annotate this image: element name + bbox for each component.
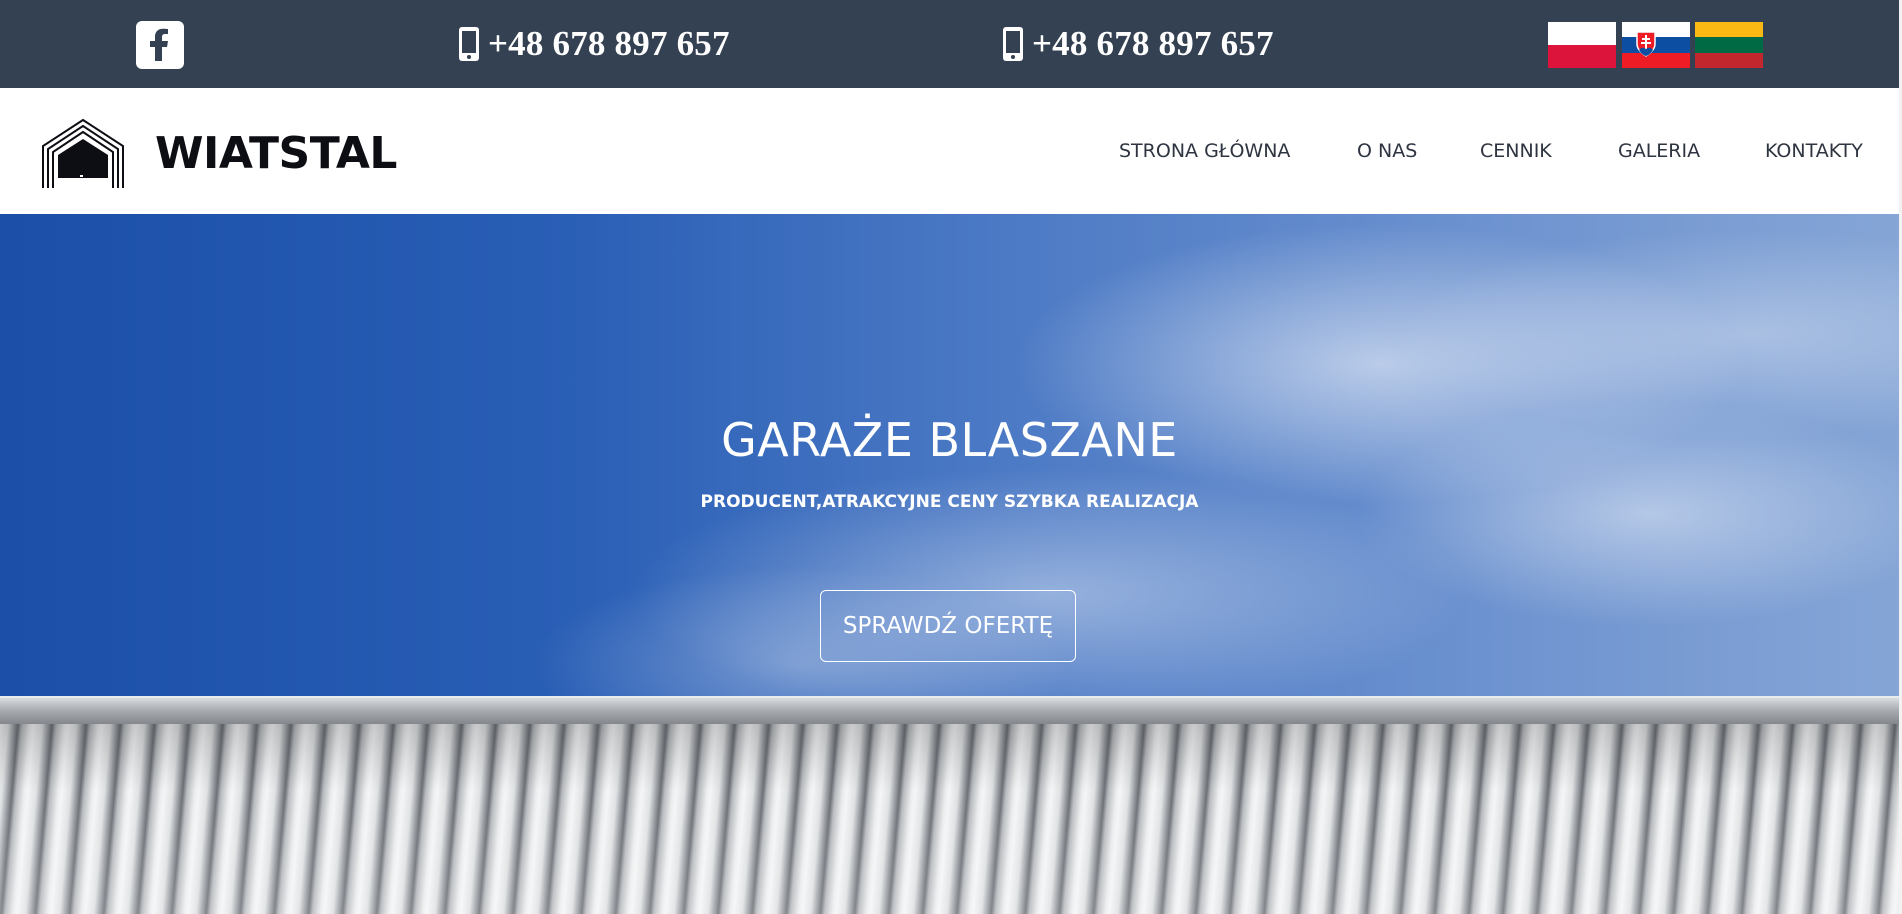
nav-item-about[interactable]: O NAS bbox=[1357, 138, 1417, 164]
poland-flag[interactable] bbox=[1548, 22, 1616, 68]
hero-subtitle: PRODUCENT,ATRAKCYJNE CENY SZYBKA REALIZA… bbox=[700, 492, 1199, 512]
mobile-phone-icon bbox=[459, 27, 479, 61]
nav-item-gallery[interactable]: GALERIA bbox=[1618, 138, 1700, 164]
hero-title: GARAŻE BLASZANE bbox=[721, 413, 1178, 467]
main-navigation: STRONA GŁÓWNA O NAS CENNIK GALERIA KONTA… bbox=[0, 138, 1899, 164]
facebook-icon[interactable] bbox=[136, 21, 184, 69]
phone-number: +48 678 897 657 bbox=[1032, 24, 1274, 63]
nav-item-home[interactable]: STRONA GŁÓWNA bbox=[1119, 138, 1290, 164]
roof-edge-image bbox=[0, 696, 1899, 726]
phone-contact-2[interactable]: +48 678 897 657 bbox=[1002, 22, 1274, 66]
slovakia-flag[interactable] bbox=[1622, 22, 1690, 68]
phone-number: +48 678 897 657 bbox=[488, 24, 730, 63]
phone-contact-1[interactable]: +48 678 897 657 bbox=[458, 22, 730, 66]
roof-shading bbox=[0, 724, 1899, 914]
slovakia-coat-of-arms-icon bbox=[1636, 31, 1656, 57]
nav-item-pricing[interactable]: CENNIK bbox=[1480, 138, 1552, 164]
mobile-phone-icon bbox=[1003, 27, 1023, 61]
top-contact-bar: +48 678 897 657 +48 678 897 657 bbox=[0, 0, 1899, 88]
check-offer-button[interactable]: SPRAWDŹ OFERTĘ bbox=[820, 590, 1076, 662]
lithuania-flag[interactable] bbox=[1695, 22, 1763, 68]
nav-item-contact[interactable]: KONTAKTY bbox=[1765, 138, 1863, 164]
hero-banner bbox=[0, 214, 1899, 914]
